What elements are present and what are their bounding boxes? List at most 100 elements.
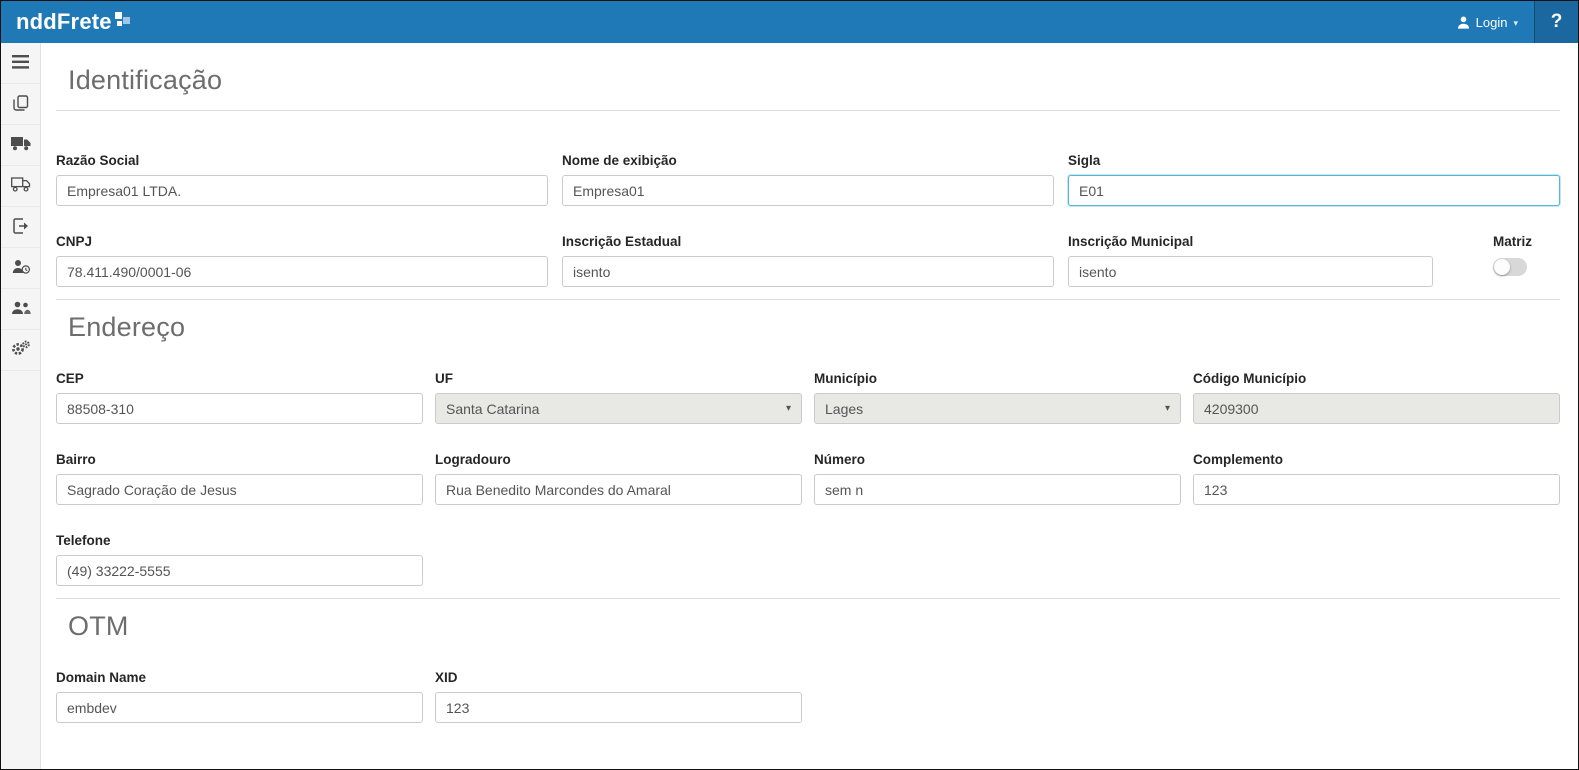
municipio-select[interactable]: Lages ▾ [814, 393, 1181, 424]
sidebar-item-user-clock[interactable] [1, 248, 40, 289]
section-divider [56, 299, 1560, 300]
otm-row-1: Domain Name XID [56, 670, 1560, 723]
sidebar-item-copy[interactable] [1, 84, 40, 125]
login-label: Login [1476, 15, 1508, 30]
field-logradouro: Logradouro [435, 452, 802, 505]
menu-icon [12, 55, 29, 72]
sidebar-item-delivery[interactable] [1, 166, 40, 207]
field-numero: Número [814, 452, 1181, 505]
field-nome-exibicao: Nome de exibição [562, 153, 1054, 206]
sign-out-icon [13, 218, 29, 237]
field-telefone: Telefone [56, 533, 423, 586]
field-domain-name: Domain Name [56, 670, 423, 723]
sidebar [1, 43, 41, 769]
cnpj-label: CNPJ [56, 234, 548, 249]
sigla-input[interactable] [1068, 175, 1560, 206]
bairro-label: Bairro [56, 452, 423, 467]
field-inscricao-municipal: Inscrição Municipal [1068, 234, 1433, 287]
logradouro-input[interactable] [435, 474, 802, 505]
sidebar-item-settings[interactable] [1, 330, 40, 371]
identificacao-row-2: CNPJ Inscrição Estadual Inscrição Munici… [56, 234, 1560, 287]
chevron-down-icon: ▾ [1513, 18, 1518, 29]
field-municipio: Município Lages ▾ [814, 371, 1181, 424]
xid-label: XID [435, 670, 802, 685]
endereco-row-1: CEP UF Santa Catarina ▾ Município Lages … [56, 371, 1560, 424]
inscricao-municipal-input[interactable] [1068, 256, 1433, 287]
telefone-label: Telefone [56, 533, 423, 548]
field-bairro: Bairro [56, 452, 423, 505]
uf-select-value: Santa Catarina [446, 401, 539, 417]
chevron-down-icon: ▾ [786, 403, 791, 414]
field-razao-social: Razão Social [56, 153, 548, 206]
section-title-identificacao: Identificação [68, 65, 1560, 96]
endereco-row-3: Telefone [56, 533, 1560, 586]
brand-name: nddFrete [16, 11, 112, 33]
numero-label: Número [814, 452, 1181, 467]
domain-name-label: Domain Name [56, 670, 423, 685]
xid-input[interactable] [435, 692, 802, 723]
endereco-row-2: Bairro Logradouro Número Complemento [56, 452, 1560, 505]
help-label: ? [1551, 11, 1563, 33]
inscricao-estadual-input[interactable] [562, 256, 1054, 287]
field-inscricao-estadual: Inscrição Estadual [562, 234, 1054, 287]
field-cep: CEP [56, 371, 423, 424]
sidebar-item-users[interactable] [1, 289, 40, 330]
topbar-actions: Login ▾ ? [1441, 1, 1578, 43]
razao-social-label: Razão Social [56, 153, 548, 168]
matriz-label: Matriz [1493, 234, 1532, 249]
municipio-select-value: Lages [825, 401, 863, 417]
sigla-label: Sigla [1068, 153, 1560, 168]
app-layout: Identificação Razão Social Nome de exibi… [1, 43, 1578, 769]
users-icon [11, 301, 31, 318]
complemento-input[interactable] [1193, 474, 1560, 505]
cep-label: CEP [56, 371, 423, 386]
main-content: Identificação Razão Social Nome de exibi… [41, 43, 1578, 769]
municipio-label: Município [814, 371, 1181, 386]
field-codigo-municipio: Código Município [1193, 371, 1560, 424]
inscricao-estadual-label: Inscrição Estadual [562, 234, 1054, 249]
telefone-input[interactable] [56, 555, 423, 586]
brand-squares-icon [114, 12, 132, 32]
login-menu[interactable]: Login ▾ [1441, 1, 1534, 43]
inscricao-municipal-label: Inscrição Municipal [1068, 234, 1433, 249]
nome-exibicao-input[interactable] [562, 175, 1054, 206]
delivery-truck-icon [11, 177, 31, 195]
toggle-knob [1494, 259, 1510, 275]
nome-exibicao-label: Nome de exibição [562, 153, 1054, 168]
cep-input[interactable] [56, 393, 423, 424]
section-title-endereco: Endereço [68, 312, 1560, 343]
matriz-toggle[interactable] [1493, 258, 1527, 276]
bairro-input[interactable] [56, 474, 423, 505]
field-sigla: Sigla [1068, 153, 1560, 206]
sidebar-item-signout[interactable] [1, 207, 40, 248]
section-divider [56, 110, 1560, 111]
cnpj-input[interactable] [56, 256, 548, 287]
uf-select[interactable]: Santa Catarina ▾ [435, 393, 802, 424]
codigo-municipio-label: Código Município [1193, 371, 1560, 386]
domain-name-input[interactable] [56, 692, 423, 723]
app-window: nddFrete Login ▾ ? [0, 0, 1579, 770]
truck-icon [11, 136, 31, 154]
user-clock-icon [12, 259, 30, 277]
user-icon [1457, 16, 1470, 29]
help-button[interactable]: ? [1534, 1, 1578, 43]
brand-logo[interactable]: nddFrete [1, 1, 132, 43]
identificacao-row-1: Razão Social Nome de exibição Sigla [56, 153, 1560, 206]
field-xid: XID [435, 670, 802, 723]
cogs-icon [11, 340, 30, 360]
uf-label: UF [435, 371, 802, 386]
inscricao-municipal-matriz-cell: Inscrição Municipal Matriz [1068, 234, 1560, 287]
numero-input[interactable] [814, 474, 1181, 505]
chevron-down-icon: ▾ [1165, 403, 1170, 414]
field-uf: UF Santa Catarina ▾ [435, 371, 802, 424]
razao-social-input[interactable] [56, 175, 548, 206]
field-cnpj: CNPJ [56, 234, 548, 287]
section-divider [56, 598, 1560, 599]
copy-icon [13, 95, 29, 114]
logradouro-label: Logradouro [435, 452, 802, 467]
field-complemento: Complemento [1193, 452, 1560, 505]
sidebar-item-menu[interactable] [1, 43, 40, 84]
codigo-municipio-input [1193, 393, 1560, 424]
field-matriz: Matriz [1493, 234, 1560, 287]
sidebar-item-truck[interactable] [1, 125, 40, 166]
